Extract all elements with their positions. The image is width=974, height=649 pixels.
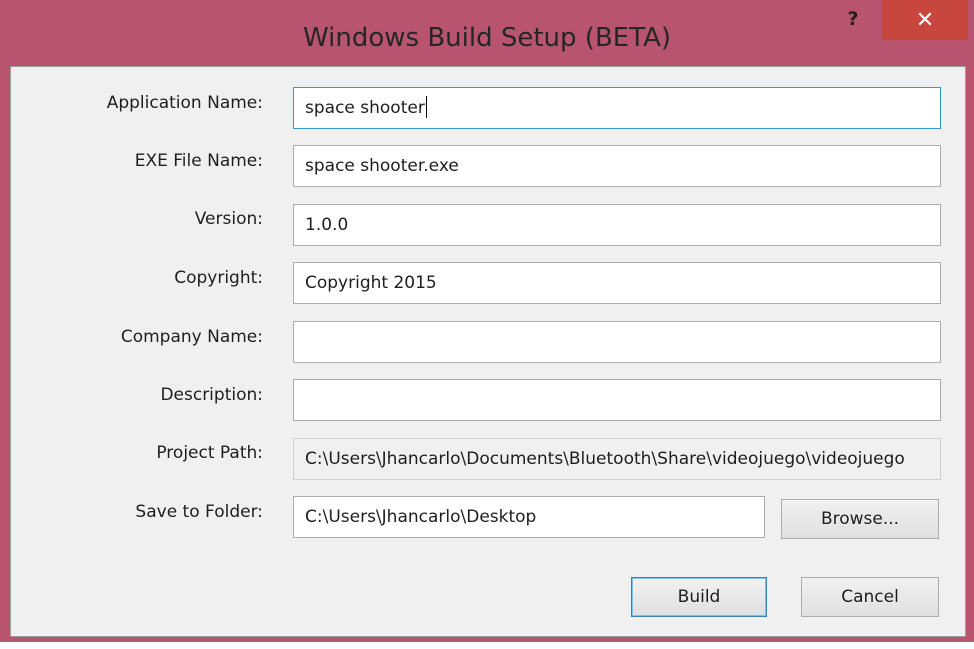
close-icon: ✕ bbox=[915, 8, 935, 33]
close-button[interactable]: ✕ bbox=[882, 0, 968, 40]
help-button[interactable]: ? bbox=[838, 4, 868, 34]
copyright-label: Copyright: bbox=[174, 268, 263, 288]
exe-file-name-label: EXE File Name: bbox=[134, 151, 263, 171]
company-name-label: Company Name: bbox=[120, 327, 263, 347]
dialog-body: Application Name: space shooter EXE File… bbox=[10, 66, 966, 637]
company-name-input[interactable] bbox=[293, 321, 941, 363]
application-name-value: space shooter bbox=[305, 98, 425, 118]
browse-button[interactable]: Browse... bbox=[781, 499, 939, 539]
exe-file-name-input[interactable]: space shooter.exe bbox=[293, 145, 941, 187]
cancel-button[interactable]: Cancel bbox=[801, 577, 939, 617]
version-label: Version: bbox=[194, 209, 263, 229]
copyright-input[interactable]: Copyright 2015 bbox=[293, 262, 941, 304]
save-to-folder-input[interactable]: C:\Users\Jhancarlo\Desktop bbox=[293, 496, 765, 538]
version-input[interactable]: 1.0.0 bbox=[293, 204, 941, 246]
application-name-input[interactable]: space shooter bbox=[293, 87, 941, 129]
build-setup-dialog: Windows Build Setup (BETA) ? ✕ Applicati… bbox=[0, 0, 974, 642]
save-to-folder-label: Save to Folder: bbox=[135, 502, 263, 522]
description-label: Description: bbox=[160, 385, 263, 405]
title-bar[interactable]: Windows Build Setup (BETA) ? ✕ bbox=[0, 0, 974, 53]
build-button[interactable]: Build bbox=[631, 577, 767, 617]
project-path-field[interactable]: C:\Users\Jhancarlo\Documents\Bluetooth\S… bbox=[293, 438, 941, 480]
application-name-label: Application Name: bbox=[106, 93, 263, 113]
text-caret bbox=[425, 96, 427, 118]
window-title: Windows Build Setup (BETA) bbox=[303, 23, 671, 53]
project-path-label: Project Path: bbox=[156, 443, 263, 463]
description-input[interactable] bbox=[293, 379, 941, 421]
